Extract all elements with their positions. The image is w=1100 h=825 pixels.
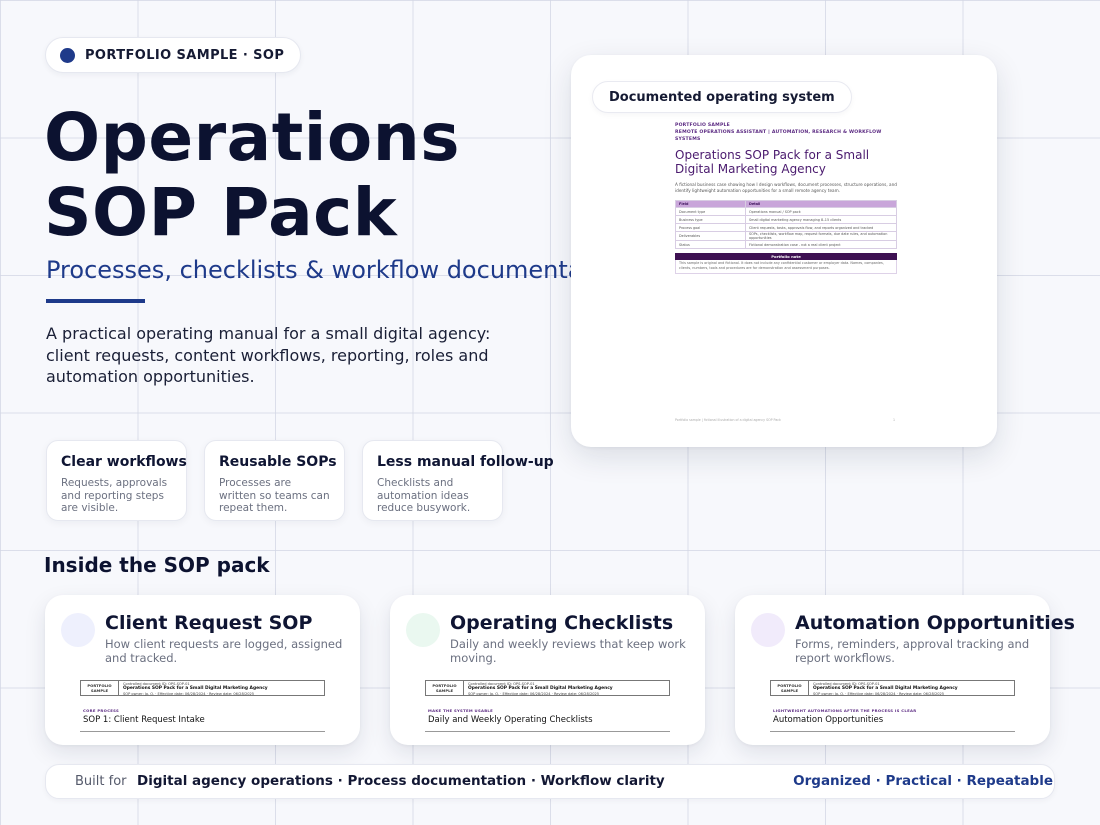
feature-title: Reusable SOPs [219,454,337,470]
doc-subkicker: REMOTE OPERATIONS ASSISTANT | AUTOMATION… [675,130,882,142]
mini-doc-left: PORTFOLIO SAMPLE [771,681,809,695]
section-title: Inside the SOP pack [44,553,270,577]
card-title: Client Request SOP [105,612,313,634]
mini-doc-divider [425,731,670,732]
mini-doc-title: Automation Opportunities [773,715,884,725]
mini-doc-meta-line: SOP owner: Jo. O. · Effective date: 06/2… [813,691,945,696]
mini-doc-kicker: MAKE THE SYSTEM USABLE [428,708,494,713]
table-cell: Business type [675,215,746,224]
portfolio-badge: PORTFOLIO SAMPLE · SOP [45,37,302,73]
mini-doc-name: Operations SOP Pack for a Small Digital … [468,686,613,692]
card-text: How client requests are logged, assigned… [105,637,343,665]
document-preview-label: Documented operating system [592,81,852,113]
mini-doc-name: Operations SOP Pack for a Small Digital … [123,686,268,692]
doc-intro: A fictional business case showing how I … [675,182,897,193]
table-row: Deliverables SOPs, checklists, workflow … [675,231,897,241]
table-cell: Document type [675,207,746,216]
footer-tags: Organized · Practical · Repeatable [793,773,1053,789]
mini-doc-title: SOP 1: Client Request Intake [83,715,205,725]
doc-note-heading: Portfolio note [675,253,897,260]
sop-card-automation-opportunities: Automation Opportunities Forms, reminder… [735,595,1075,745]
table-row: Document type Operations manual / SOP pa… [675,207,897,216]
mini-doc-kicker: LIGHTWEIGHT AUTOMATIONS AFTER THE PROCES… [773,708,917,713]
feature-text: Requests, approvals and reporting steps … [61,477,168,514]
mini-doc-meta: Controlled document ID: OPS-SOP-01 Opera… [464,681,617,696]
mini-doc-name: Operations SOP Pack for a Small Digital … [813,686,958,692]
badge-dot-icon [60,47,75,63]
mini-doc-meta-line: SOP owner: Jo. O. · Effective date: 06/2… [468,691,600,696]
sop-card-operating-checklists: Operating Checklists Daily and weekly re… [390,595,705,745]
mini-doc-meta: Controlled document ID: OPS-SOP-01 Opera… [119,681,272,696]
feature-card-clear-workflows: Clear workflows Requests, approvals and … [46,440,187,521]
badge-label: PORTFOLIO SAMPLE · SOP [85,47,285,63]
accent-divider [46,299,145,303]
document-preview-page: PORTFOLIO SAMPLE REMOTE OPERATIONS ASSIS… [675,122,897,274]
table-row: Status Fictional demonstration case - no… [675,240,897,249]
table-cell: Deliverables [675,231,746,241]
page-title-line-1: Operations [44,99,460,176]
doc-note-body: This sample is original and fictional. I… [675,260,897,274]
mini-doc-title: Daily and Weekly Operating Checklists [428,715,593,725]
mini-doc-header: PORTFOLIO SAMPLE Controlled document ID:… [770,680,1015,696]
mini-doc-left: PORTFOLIO SAMPLE [426,681,464,695]
mini-doc-kicker: CORE PROCESS [83,708,120,713]
table-cell: Client requests, tasks, approvals flow, … [745,223,897,232]
doc-table-header-cell: Field [675,200,746,208]
mini-doc-header: PORTFOLIO SAMPLE Controlled document ID:… [425,680,670,696]
page-subtitle: Processes, checklists & workflow documen… [46,256,586,284]
card-title: Operating Checklists [450,612,674,634]
card-circle-icon [406,613,440,647]
card-text: Daily and weekly reviews that keep work … [450,637,686,665]
feature-text: Processes are written so teams can repea… [219,477,330,514]
table-cell: Small digital marketing agency managing … [745,215,897,224]
page-title: Operations SOP Pack [44,100,604,250]
feature-title: Less manual follow-up [377,454,554,470]
table-cell: Status [675,240,746,249]
mini-doc-meta: Controlled document ID: OPS-SOP-01 Opera… [809,681,962,696]
doc-title-line-1: Operations SOP Pack for a Small [675,148,870,162]
table-cell: Operations manual / SOP pack [745,207,897,216]
table-cell: Fictional demonstration case - not a rea… [745,240,897,249]
doc-footer: Portfolio sample | fictional illustratio… [675,418,781,422]
mini-doc-header: PORTFOLIO SAMPLE Controlled document ID:… [80,680,325,696]
mini-doc-divider [770,731,1015,732]
doc-table-header-row: Field Detail [675,200,897,208]
mini-doc-meta-line: SOP owner: Jo. O. · Effective date: 06/2… [123,691,255,696]
table-cell: Process goal [675,223,746,232]
feature-title: Clear workflows [61,454,187,470]
doc-table: Field Detail Document type Operations ma… [675,200,897,249]
feature-text: Checklists and automation ideas reduce b… [377,477,471,514]
footer-bar: Built for Digital agency operations · Pr… [45,764,1055,799]
doc-table-header-cell: Detail [745,200,897,208]
table-row: Business type Small digital marketing ag… [675,215,897,224]
mini-doc-divider [80,731,325,732]
doc-page-number: 1 [893,418,896,422]
feature-card-less-follow-up: Less manual follow-up Checklists and aut… [362,440,554,521]
feature-card-reusable-sops: Reusable SOPs Processes are written so t… [204,440,345,521]
sop-card-client-request: Client Request SOP How client requests a… [45,595,360,745]
card-circle-icon [61,613,95,647]
footer-built-for-items: Digital agency operations · Process docu… [137,773,665,789]
page-title-line-2: SOP Pack [44,174,398,251]
footer-label: Built for [75,774,127,789]
mini-doc-left: PORTFOLIO SAMPLE [81,681,119,695]
table-cell: SOPs, checklists, workflow map, request … [745,231,897,241]
doc-title-line-2: Digital Marketing Agency [675,162,826,176]
page-description: A practical operating manual for a small… [46,324,491,386]
doc-kicker: PORTFOLIO SAMPLE [675,123,730,128]
doc-title: Operations SOP Pack for a Small Digital … [675,148,897,176]
card-title: Automation Opportunities [795,612,1075,634]
table-row: Process goal Client requests, tasks, app… [675,223,897,232]
card-text: Forms, reminders, approval tracking and … [795,637,1030,665]
card-circle-icon [751,613,785,647]
